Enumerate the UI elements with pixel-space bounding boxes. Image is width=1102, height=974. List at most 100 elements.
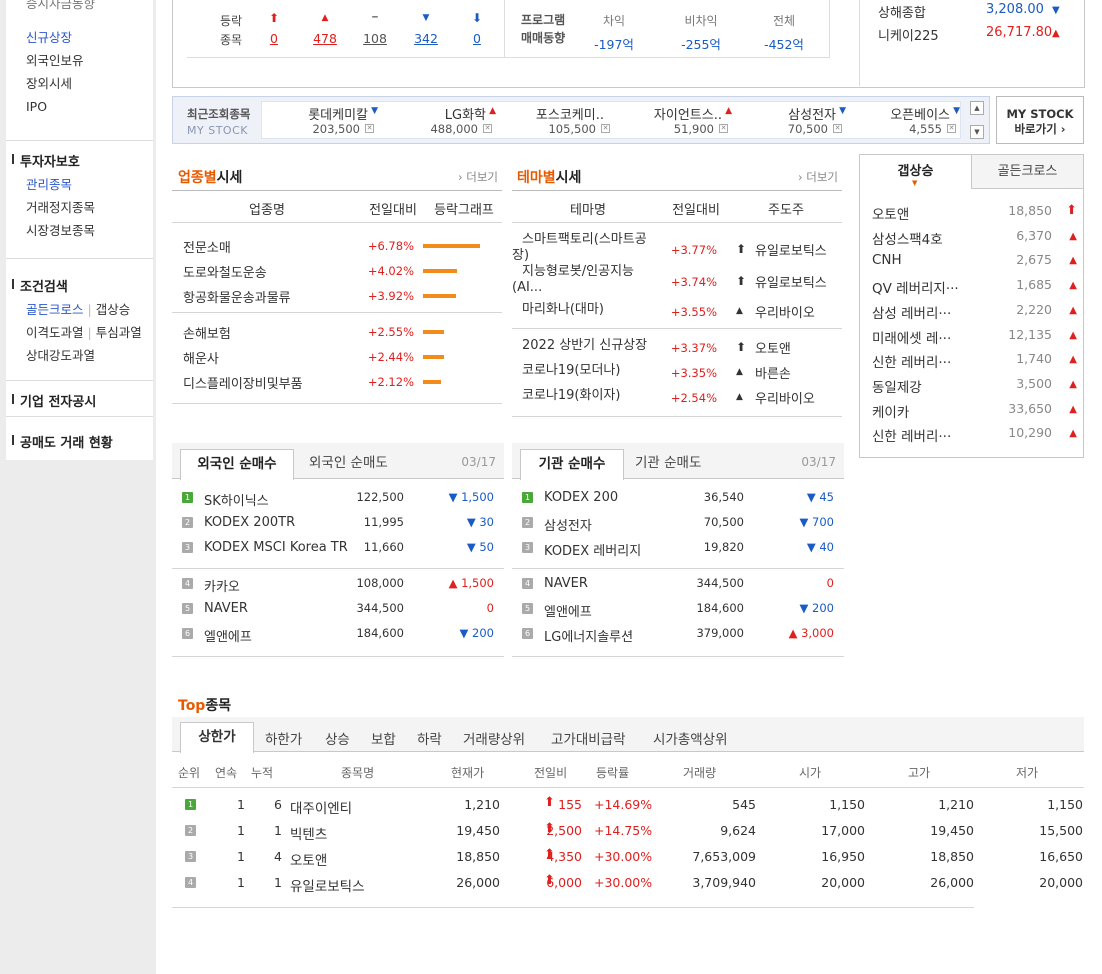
industry-name[interactable]: 전문소매 [183, 237, 231, 256]
rank-badge: 4 [182, 578, 193, 589]
tab-foreign-buy[interactable]: 외국인 순매수 [180, 449, 294, 480]
industry-change: +2.55% [367, 325, 414, 339]
tab-golden-cross[interactable]: 골든크로스 [971, 155, 1083, 189]
theme-name[interactable]: 마리화나(대마) [522, 302, 604, 318]
industry-more-link[interactable]: › 더보기 [458, 169, 498, 185]
close-icon[interactable]: ✕ [601, 124, 610, 133]
top-stocks-tabs: 상한가 하한가 상승 보합 하락 거래량상위 고가대비급락 시가총액상위 [172, 717, 1084, 753]
close-icon[interactable]: ✕ [947, 124, 956, 133]
theme-more-link[interactable]: › 더보기 [798, 169, 838, 185]
tab-flat[interactable]: 보합 [371, 728, 396, 748]
sidebar-search-row: 상대강도과열 [6, 344, 153, 367]
theme-name[interactable]: 코로나19(화이자) [522, 388, 620, 404]
sidebar-short-sell[interactable]: 공매도 거래 현황 [6, 432, 113, 451]
theme-leader[interactable]: 바른손 [755, 363, 791, 382]
sidebar-item-new-listing[interactable]: 신규상장 [6, 26, 153, 49]
industry-name[interactable]: 항공화물운송과물류 [183, 287, 291, 306]
updown-lower-limit[interactable]: ⬇ 0 [457, 11, 497, 46]
table-row[interactable]: 1 1 6 대주이엔티 1,210 ⬆ 155 +14.69% 545 1,150 1,210 1,1… [172, 795, 1084, 823]
tab-foreign-sell[interactable]: 외국인 순매도 [309, 449, 388, 477]
col-header: 저가 [1016, 766, 1039, 780]
tab-market-cap[interactable]: 시가총액상위 [653, 728, 728, 748]
close-icon[interactable]: ✕ [719, 124, 728, 133]
col-header: 연속 [215, 766, 238, 780]
theme-name[interactable]: 지능형로봇/인공지능 (AI... [512, 264, 634, 296]
theme-leader[interactable]: 우리바이오 [755, 302, 815, 321]
sidebar-item-overheat[interactable]: 투심과열 [96, 325, 142, 340]
triangle-down-icon: ▼ [1052, 5, 1060, 16]
rank-badge: 6 [522, 628, 533, 639]
rank-badge: 3 [185, 851, 196, 862]
theme-leader[interactable]: 우리바이오 [755, 388, 815, 407]
sidebar-item-otc[interactable]: 장외시세 [6, 72, 153, 95]
updown-flat[interactable]: ━ 108 [355, 11, 395, 46]
updown-fall[interactable]: ▼ 342 [406, 11, 446, 46]
rank-badge: 1 [182, 492, 193, 503]
sidebar-item-gap-up[interactable]: 갭상승 [96, 302, 131, 317]
triangle-up-icon: ▲ [1069, 329, 1077, 341]
scroll-down-icon[interactable]: ▼ [970, 125, 984, 139]
scroll-up-icon[interactable]: ▲ [970, 101, 984, 115]
tab-lower-limit[interactable]: 하한가 [265, 728, 302, 748]
theme-leader[interactable]: 유일로보틱스 [755, 240, 827, 259]
sidebar-item-ipo[interactable]: IPO [6, 95, 153, 118]
table-row[interactable]: 3 1 4 오토앤 18,850 ⬆ 4,350 +30.00% 7,653,009 16,950… [172, 847, 1084, 875]
arrow-up-icon: ⬆ [736, 274, 747, 288]
theme-name[interactable]: 2022 상반기 신규상장 [522, 338, 647, 354]
sidebar-item-foreign-holding[interactable]: 외국인보유 [6, 49, 153, 72]
my-stock-label[interactable]: MY STOCK [187, 124, 248, 137]
industry-change-bar [423, 380, 441, 384]
rank-badge: 2 [522, 517, 533, 528]
tab-institution-sell[interactable]: 기관 순매도 [635, 449, 701, 477]
tab-upper-limit[interactable]: 상한가 [180, 722, 254, 753]
tab-drop-from-high[interactable]: 고가대비급락 [551, 728, 626, 748]
industry-name[interactable]: 도로와철도운송 [183, 262, 267, 281]
flat-icon: ━ [372, 13, 378, 23]
sidebar-item-halted[interactable]: 거래정지종목 [6, 196, 153, 219]
sidebar-item-golden-cross[interactable]: 골든크로스 [26, 302, 84, 317]
tab-fall[interactable]: 하락 [417, 728, 442, 748]
sidebar-investor-title[interactable]: 투자자보호 [6, 151, 80, 170]
tab-gap-up[interactable]: 갭상승 ▼ [860, 155, 971, 189]
col-header: 전일대비 [369, 203, 417, 218]
sidebar-search-row: 골든크로스 | 갭상승 [26, 302, 131, 317]
col-header: 고가 [908, 766, 931, 780]
sidebar-item-rsi[interactable]: 상대강도과열 [26, 348, 95, 363]
program-arbitrage: 차익 -197억 [594, 14, 634, 52]
sidebar-divider [6, 140, 153, 141]
theme-change: +3.55% [670, 305, 717, 319]
rank-badge: 3 [182, 542, 193, 553]
arrow-up-icon: ⬆ [736, 242, 747, 256]
program-total: 전체 -452억 [764, 14, 804, 52]
table-row[interactable]: 4 1 1 유일로보틱스 26,000 ⬆ 6,000 +30.00% 3,709,940 20,… [172, 873, 1084, 901]
theme-leader[interactable]: 오토앤 [755, 338, 791, 357]
tab-volume-top[interactable]: 거래량상위 [463, 728, 525, 748]
recent-list: 롯데케미칼 ▼ 203,500 ✕ LG화학 ▲ 488,000 ✕ 포스코케미.. 105,… [261, 101, 961, 139]
close-icon[interactable]: ✕ [365, 124, 374, 133]
my-stock-button[interactable]: MY STOCK 바로가기 › [996, 96, 1084, 144]
sidebar-search-title[interactable]: 조건검색 [6, 276, 68, 295]
table-row[interactable]: 2 1 1 빅텐츠 19,450 ⬆ 2,500 +14.75% 9,624 17,000 19,4… [172, 821, 1084, 849]
updown-rise[interactable]: ▲ 478 [305, 11, 345, 46]
industry-name[interactable]: 손해보험 [183, 323, 231, 342]
foreign-netbuy-box: 외국인 순매수 외국인 순매도 03/17 1 SK하이닉스 122,500 ▼ 1,… [172, 443, 504, 658]
sidebar-item-fund-trend[interactable]: 증시자금동향 [6, 0, 95, 15]
col-header: 주도주 [768, 203, 804, 218]
theme-change: +3.37% [670, 341, 717, 355]
tab-institution-buy[interactable]: 기관 순매수 [520, 449, 624, 480]
triangle-up-icon: ▲ [1069, 230, 1077, 242]
close-icon[interactable]: ✕ [483, 124, 492, 133]
theme-leader[interactable]: 유일로보틱스 [755, 272, 827, 291]
industry-name[interactable]: 해운사 [183, 348, 219, 367]
sidebar-item-alert[interactable]: 시장경보종목 [6, 219, 153, 242]
tab-rise[interactable]: 상승 [325, 728, 350, 748]
updown-upper-limit[interactable]: ⬆ 0 [254, 11, 294, 46]
sidebar-disclosure[interactable]: 기업 전자공시 [6, 391, 96, 410]
triangle-up-icon: ▲ [1069, 354, 1077, 366]
sidebar-item-disparity[interactable]: 이격도과열 [26, 325, 84, 340]
sidebar-item-managed[interactable]: 관리종목 [6, 173, 153, 196]
theme-name[interactable]: 스마트팩토리(스마트공 장) [512, 232, 647, 264]
close-icon[interactable]: ✕ [833, 124, 842, 133]
industry-name[interactable]: 디스플레이장비및부품 [183, 373, 303, 392]
theme-name[interactable]: 코로나19(모더나) [522, 363, 620, 379]
